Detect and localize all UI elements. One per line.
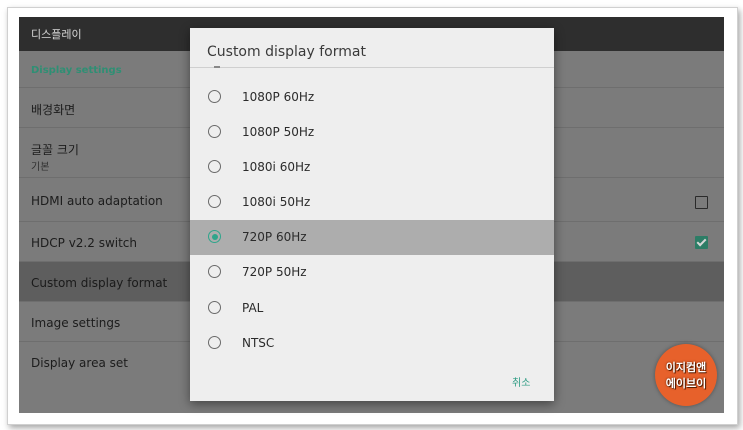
radio-button[interactable]: [208, 90, 221, 103]
watermark-logo: 이지컴앤 에이브이: [655, 344, 717, 406]
option-1080p-50hz[interactable]: 1080P 50Hz: [190, 115, 554, 150]
section-header: Display settings: [31, 65, 122, 76]
option-1080p-60hz[interactable]: 1080P 60Hz: [190, 80, 554, 115]
option-ntsc[interactable]: NTSC: [190, 326, 554, 361]
radio-button[interactable]: [208, 265, 221, 278]
scroll-indicator: [214, 66, 220, 68]
option-720p-50hz[interactable]: 720P 50Hz: [190, 255, 554, 290]
dialog-title: Custom display format: [207, 44, 366, 60]
dialog-divider: [190, 67, 554, 68]
setting-value: 기본: [31, 162, 50, 173]
setting-label: Custom display format: [31, 276, 168, 290]
option-label: NTSC: [242, 336, 275, 350]
hdmi-auto-checkbox[interactable]: [695, 196, 708, 209]
option-label: 1080i 50Hz: [242, 195, 311, 209]
watermark-line-1: 이지컴앤: [665, 361, 707, 374]
radio-button[interactable]: [208, 125, 221, 138]
radio-button[interactable]: [208, 195, 221, 208]
setting-label: 배경화면: [31, 103, 76, 117]
setting-label: Image settings: [31, 316, 121, 330]
option-label: 720P 50Hz: [242, 265, 307, 279]
setting-label: HDCP v2.2 switch: [31, 236, 138, 250]
option-label: PAL: [242, 301, 264, 315]
option-1080i-50hz[interactable]: 1080i 50Hz: [190, 185, 554, 220]
cancel-button[interactable]: 취소: [512, 374, 530, 389]
option-pal[interactable]: PAL: [190, 291, 554, 326]
app-title: 디스플레이: [31, 28, 82, 41]
hdcp-checkbox[interactable]: [695, 236, 708, 249]
watermark-line-2: 에이브이: [665, 377, 707, 390]
setting-label: 글꼴 크기: [31, 143, 79, 157]
option-label: 1080P 60Hz: [242, 90, 315, 104]
radio-button[interactable]: [208, 301, 221, 314]
option-label: 720P 60Hz: [242, 230, 307, 244]
custom-display-format-dialog: Custom display format 1080P 60Hz 1080P 5…: [190, 28, 554, 401]
radio-button[interactable]: [208, 160, 221, 173]
radio-button[interactable]: [208, 336, 221, 349]
setting-label: Display area set: [31, 356, 128, 370]
option-1080i-60hz[interactable]: 1080i 60Hz: [190, 150, 554, 185]
radio-button-selected[interactable]: [208, 230, 221, 243]
setting-label: HDMI auto adaptation: [31, 194, 163, 208]
option-label: 1080i 60Hz: [242, 160, 311, 174]
option-720p-60hz[interactable]: 720P 60Hz: [190, 220, 554, 255]
option-label: 1080P 50Hz: [242, 125, 315, 139]
